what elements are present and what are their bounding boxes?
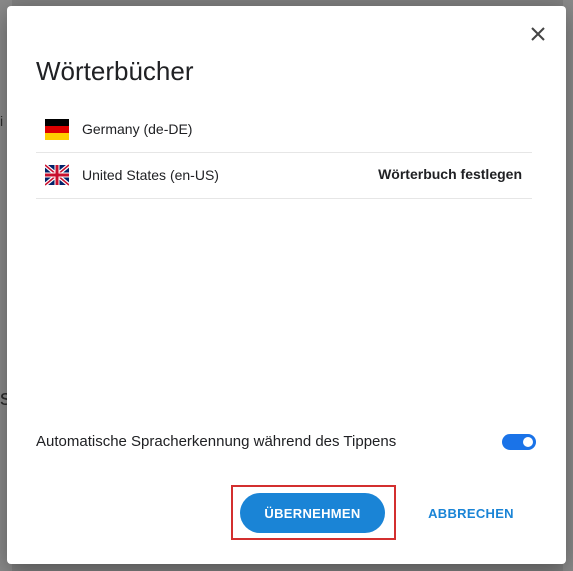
auto-detect-label: Automatische Spracherkennung während des… bbox=[36, 433, 397, 450]
background-text-fragment: i bbox=[0, 113, 4, 129]
language-label: United States (en-US) bbox=[82, 167, 219, 183]
dictionary-list: Germany (de-DE) United States (en-US) Wö… bbox=[36, 107, 532, 199]
cancel-button[interactable]: ABBRECHEN bbox=[416, 493, 526, 533]
uk-flag-icon bbox=[45, 163, 69, 187]
dialog-title: Wörterbücher bbox=[36, 56, 194, 86]
list-item-de-de[interactable]: Germany (de-DE) bbox=[36, 107, 532, 153]
apply-button[interactable]: ÜBERNEHMEN bbox=[240, 493, 385, 533]
close-icon bbox=[531, 27, 545, 41]
toggle-knob bbox=[523, 437, 533, 447]
auto-detect-row: Automatische Spracherkennung während des… bbox=[36, 431, 536, 453]
list-item-en-us[interactable]: United States (en-US) Wörterbuch festleg… bbox=[36, 153, 532, 199]
close-button[interactable] bbox=[528, 24, 548, 44]
set-dictionary-button[interactable]: Wörterbuch festlegen bbox=[378, 166, 522, 182]
germany-flag-icon bbox=[45, 119, 69, 140]
auto-detect-toggle[interactable] bbox=[502, 434, 536, 450]
language-label: Germany (de-DE) bbox=[82, 121, 193, 137]
dictionaries-dialog: Wörterbücher Germany (de-DE) United Stat… bbox=[7, 6, 566, 564]
